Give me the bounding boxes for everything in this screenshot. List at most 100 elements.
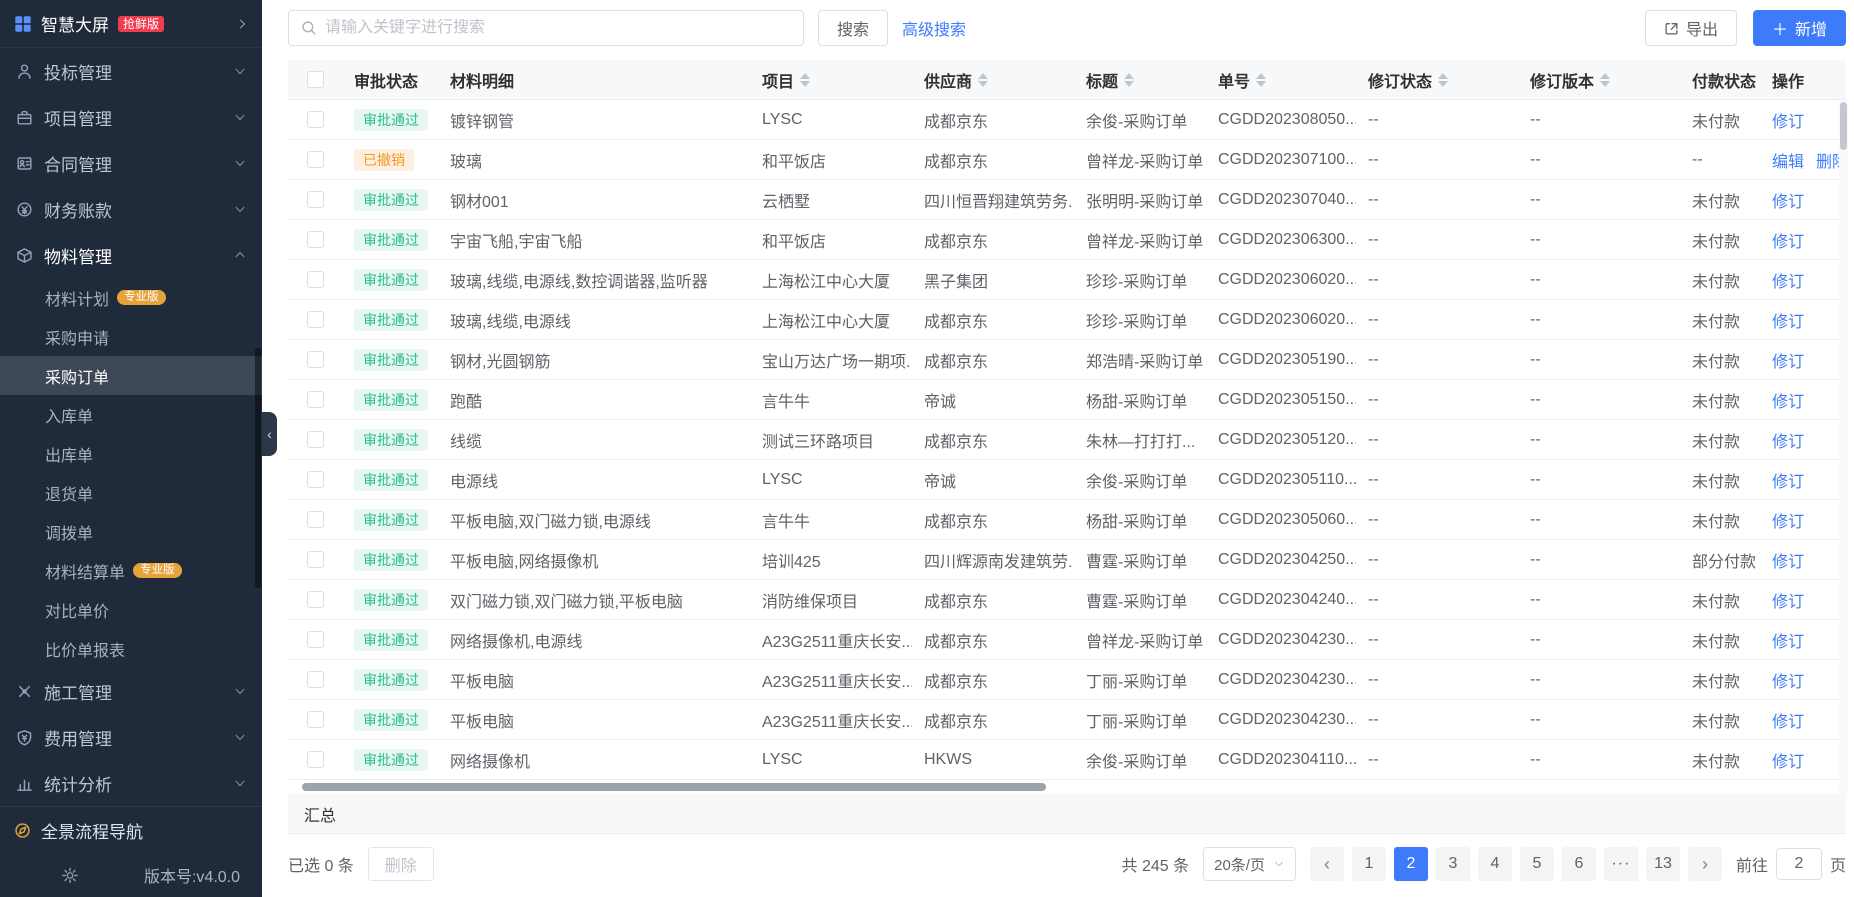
revise-link[interactable]: 修订 xyxy=(1772,588,1804,612)
sidebar-subitem[interactable]: 材料计划专业版 xyxy=(0,278,262,317)
row-checkbox[interactable] xyxy=(307,191,324,208)
sidebar-subitem[interactable]: 比价单报表 xyxy=(0,629,262,668)
total-count-text: 共 245 条 xyxy=(1122,852,1190,876)
sort-icon[interactable] xyxy=(1438,73,1448,87)
stats-icon xyxy=(16,775,33,792)
revise-link[interactable]: 修订 xyxy=(1772,748,1804,772)
page-button[interactable]: 1 xyxy=(1352,847,1386,881)
revise-link[interactable]: 修订 xyxy=(1772,468,1804,492)
early-access-badge: 抢鲜版 xyxy=(118,16,164,32)
more-pages-button[interactable]: ··· xyxy=(1604,847,1638,881)
row-checkbox[interactable] xyxy=(307,111,324,128)
sort-icon[interactable] xyxy=(1600,73,1610,87)
sidebar-subitem[interactable]: 材料结算单专业版 xyxy=(0,551,262,590)
delete-button[interactable]: 删除 xyxy=(368,847,434,881)
revise-link[interactable]: 修订 xyxy=(1772,308,1804,332)
row-checkbox[interactable] xyxy=(307,551,324,568)
page-button[interactable]: 6 xyxy=(1562,847,1596,881)
next-page-button[interactable]: › xyxy=(1688,847,1722,881)
revise-link[interactable]: 修订 xyxy=(1772,668,1804,692)
row-checkbox[interactable] xyxy=(307,311,324,328)
revise-link[interactable]: 修订 xyxy=(1772,348,1804,372)
sidebar-item[interactable]: 物料管理 xyxy=(0,232,262,278)
panorama-nav-item[interactable]: 全景流程导航 xyxy=(0,807,262,853)
add-button[interactable]: ＋ 新增 xyxy=(1753,10,1846,46)
panorama-icon xyxy=(14,822,31,839)
revise-link[interactable]: 修订 xyxy=(1772,628,1804,652)
page-button[interactable]: 4 xyxy=(1478,847,1512,881)
advanced-search-link[interactable]: 高级搜索 xyxy=(902,16,966,40)
revise-link[interactable]: 修订 xyxy=(1772,228,1804,252)
sidebar-subitem[interactable]: 退货单 xyxy=(0,473,262,512)
sidebar-item[interactable]: 财务账款 xyxy=(0,186,262,232)
search-input[interactable] xyxy=(325,19,791,37)
panorama-nav-label: 全景流程导航 xyxy=(41,818,143,843)
revise-link[interactable]: 修订 xyxy=(1772,388,1804,412)
page-button[interactable]: 5 xyxy=(1520,847,1554,881)
sort-icon[interactable] xyxy=(1124,73,1134,87)
page-button[interactable]: 3 xyxy=(1436,847,1470,881)
vertical-scrollbar-thumb[interactable] xyxy=(1840,102,1847,150)
cell-material: 平板电脑,双门磁力锁,电源线 xyxy=(438,500,750,539)
sidebar-subitem[interactable]: 入库单 xyxy=(0,395,262,434)
row-checkbox[interactable] xyxy=(307,351,324,368)
sidebar-item[interactable]: 投标管理 xyxy=(0,48,262,94)
sidebar-item[interactable]: 费用管理 xyxy=(0,714,262,760)
pro-badge: 专业版 xyxy=(117,290,166,306)
sidebar-item[interactable]: 项目管理 xyxy=(0,94,262,140)
sidebar-subitem[interactable]: 出库单 xyxy=(0,434,262,473)
column-header: 单号 xyxy=(1206,60,1356,99)
row-checkbox[interactable] xyxy=(307,151,324,168)
sidebar-subitem[interactable]: 采购申请 xyxy=(0,317,262,356)
gear-icon[interactable] xyxy=(14,867,126,884)
revise-link[interactable]: 修订 xyxy=(1772,508,1804,532)
row-checkbox[interactable] xyxy=(307,751,324,768)
goto-page-input[interactable] xyxy=(1776,848,1822,880)
revise-link[interactable]: 修订 xyxy=(1772,268,1804,292)
edit-link[interactable]: 编辑 xyxy=(1772,148,1804,172)
sidebar-item[interactable]: 施工管理 xyxy=(0,668,262,714)
pro-badge: 专业版 xyxy=(133,563,182,579)
row-select-cell xyxy=(288,140,342,179)
row-checkbox[interactable] xyxy=(307,591,324,608)
row-checkbox[interactable] xyxy=(307,631,324,648)
sort-icon[interactable] xyxy=(1256,73,1266,87)
search-button[interactable]: 搜索 xyxy=(818,10,888,46)
page-button[interactable]: 13 xyxy=(1646,847,1680,881)
row-checkbox[interactable] xyxy=(307,711,324,728)
row-checkbox[interactable] xyxy=(307,271,324,288)
export-button[interactable]: 导出 xyxy=(1645,10,1737,46)
revise-link[interactable]: 修订 xyxy=(1772,188,1804,212)
sidebar-item[interactable]: 合同管理 xyxy=(0,140,262,186)
sidebar-subitem[interactable]: 采购订单 xyxy=(0,356,262,395)
sidebar-header-smart-screen[interactable]: 智慧大屏 抢鲜版 xyxy=(0,0,262,48)
row-checkbox[interactable] xyxy=(307,231,324,248)
cell-approval-status: 审批通过 xyxy=(342,660,438,699)
revise-link[interactable]: 修订 xyxy=(1772,708,1804,732)
cell-title: 曾祥龙-采购订单 xyxy=(1074,140,1206,179)
horizontal-scrollbar-thumb[interactable] xyxy=(302,783,1046,791)
row-checkbox[interactable] xyxy=(307,511,324,528)
sidebar-collapse-handle[interactable]: ‹ xyxy=(262,412,277,456)
page-button[interactable]: 2 xyxy=(1394,847,1428,881)
row-checkbox[interactable] xyxy=(307,471,324,488)
sort-icon[interactable] xyxy=(800,73,810,87)
row-checkbox[interactable] xyxy=(307,391,324,408)
sidebar-scrollbar[interactable] xyxy=(255,348,261,588)
revise-link[interactable]: 修订 xyxy=(1772,108,1804,132)
sidebar-subitem[interactable]: 调拨单 xyxy=(0,512,262,551)
sidebar: 智慧大屏 抢鲜版 投标管理项目管理合同管理财务账款物料管理材料计划专业版采购申请… xyxy=(0,0,262,897)
cell-revise-status: -- xyxy=(1356,740,1518,779)
sidebar-subitem[interactable]: 对比单价 xyxy=(0,590,262,629)
revise-link[interactable]: 修订 xyxy=(1772,428,1804,452)
prev-page-button[interactable]: ‹ xyxy=(1310,847,1344,881)
sidebar-item[interactable]: 统计分析 xyxy=(0,760,262,806)
sort-icon[interactable] xyxy=(978,73,988,87)
row-checkbox[interactable] xyxy=(307,431,324,448)
revise-link[interactable]: 修订 xyxy=(1772,548,1804,572)
page-size-select[interactable]: 20条/页 xyxy=(1203,847,1296,881)
search-box xyxy=(288,10,804,46)
row-select-cell xyxy=(288,700,342,739)
row-checkbox[interactable] xyxy=(307,671,324,688)
select-all-checkbox[interactable] xyxy=(307,71,324,88)
